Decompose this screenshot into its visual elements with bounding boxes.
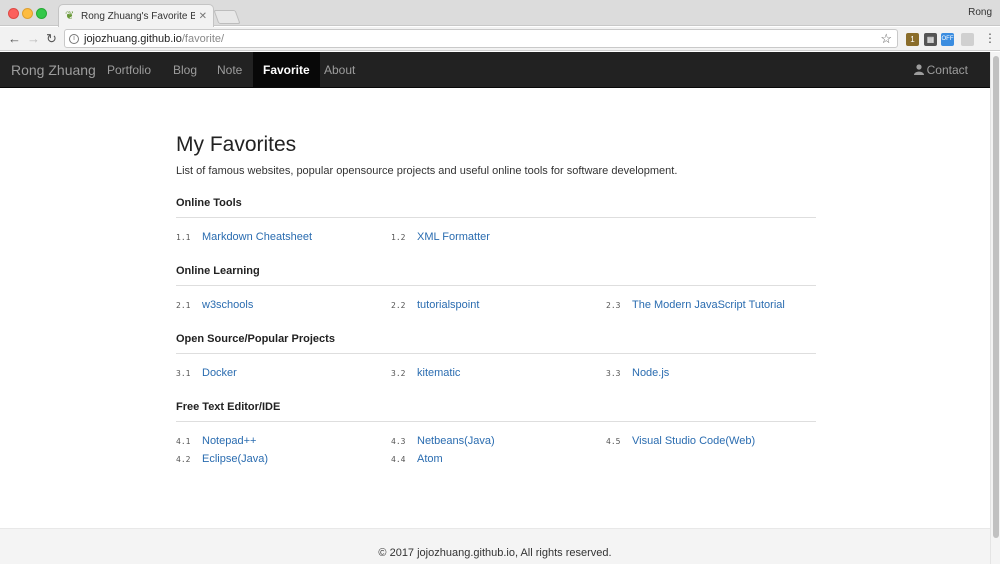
- scrollbar-thumb[interactable]: [993, 56, 999, 538]
- bookmark-link[interactable]: Netbeans(Java): [417, 435, 495, 447]
- address-bar[interactable]: i jojozhuang.github.io /favorite/ ☆: [64, 29, 898, 48]
- list-item: 1.1 Markdown Cheatsheet: [176, 231, 312, 243]
- page-description: List of famous websites, popular opensou…: [176, 165, 678, 177]
- item-number: 3.1: [176, 369, 191, 378]
- section-divider: [176, 285, 816, 286]
- profile-name[interactable]: Rong: [968, 7, 992, 18]
- bookmark-link[interactable]: tutorialspoint: [417, 299, 479, 311]
- browser-tab-bar: ❦ Rong Zhuang's Favorite Bookm ✕ Rong: [0, 0, 1000, 27]
- page-footer: © 2017 jojozhuang.github.io, All rights …: [0, 528, 990, 564]
- item-number: 1.2: [391, 233, 406, 242]
- list-item: 4.1 Notepad++: [176, 435, 256, 447]
- bookmark-link[interactable]: Eclipse(Java): [202, 453, 268, 465]
- user-icon: [913, 64, 924, 75]
- section-open-source: Open Source/Popular Projects 3.1 Docker 3…: [176, 333, 816, 379]
- section-divider: [176, 217, 816, 218]
- nav-item-favorite[interactable]: Favorite: [253, 52, 320, 88]
- bookmark-link[interactable]: The Modern JavaScript Tutorial: [632, 299, 785, 311]
- item-number: 4.2: [176, 455, 191, 464]
- minimize-window-button[interactable]: [22, 8, 33, 19]
- copyright-text: © 2017 jojozhuang.github.io, All rights …: [378, 547, 612, 559]
- bookmark-link[interactable]: Node.js: [632, 367, 669, 379]
- brand-link[interactable]: Rong Zhuang: [11, 52, 96, 88]
- bookmark-link[interactable]: XML Formatter: [417, 231, 490, 243]
- list-item: 4.3 Netbeans(Java): [391, 435, 495, 447]
- contact-link[interactable]: Contact: [913, 52, 968, 88]
- item-number: 4.4: [391, 455, 406, 464]
- bookmark-link[interactable]: Markdown Cheatsheet: [202, 231, 312, 243]
- nav-item-blog[interactable]: Blog: [163, 52, 207, 88]
- list-item: 1.2 XML Formatter: [391, 231, 490, 243]
- shield-extension-icon[interactable]: [961, 33, 974, 46]
- item-number: 2.2: [391, 301, 406, 310]
- section-title: Open Source/Popular Projects: [176, 333, 335, 345]
- item-number: 1.1: [176, 233, 191, 242]
- bookmark-link[interactable]: kitematic: [417, 367, 460, 379]
- back-arrow-icon[interactable]: ←: [8, 30, 21, 48]
- extension-badge-icon[interactable]: 1: [906, 33, 919, 46]
- contact-label: Contact: [926, 63, 968, 77]
- bookmark-link[interactable]: Visual Studio Code(Web): [632, 435, 755, 447]
- section-online-learning: Online Learning 2.1 w3schools 2.2 tutorial…: [176, 265, 816, 311]
- nav-item-portfolio[interactable]: Portfolio: [97, 52, 161, 88]
- nav-item-about[interactable]: About: [314, 52, 365, 88]
- item-number: 3.2: [391, 369, 406, 378]
- bookmark-link[interactable]: w3schools: [202, 299, 253, 311]
- list-item: 4.4 Atom: [391, 453, 443, 465]
- list-item: 4.2 Eclipse(Java): [176, 453, 268, 465]
- section-title: Online Learning: [176, 265, 260, 277]
- url-path: /favorite/: [181, 32, 225, 45]
- site-navbar: Rong Zhuang Portfolio Blog Note Favorite…: [0, 52, 990, 88]
- bookmark-link[interactable]: Atom: [417, 453, 443, 465]
- item-number: 2.3: [606, 301, 621, 310]
- bookmark-star-icon[interactable]: ☆: [880, 31, 892, 47]
- browser-tab[interactable]: ❦ Rong Zhuang's Favorite Bookm ✕: [58, 4, 214, 27]
- list-item: 2.3 The Modern JavaScript Tutorial: [606, 299, 785, 311]
- bookmark-link[interactable]: Docker: [202, 367, 237, 379]
- close-window-button[interactable]: [8, 8, 19, 19]
- list-item: 3.3 Node.js: [606, 367, 669, 379]
- url-host: jojozhuang.github.io: [84, 32, 182, 45]
- page-title: My Favorites: [176, 133, 297, 156]
- section-editor-ide: Free Text Editor/IDE 4.1 Notepad++ 4.2 Ecl…: [176, 401, 816, 465]
- list-item: 4.5 Visual Studio Code(Web): [606, 435, 755, 447]
- browser-menu-icon[interactable]: ⋮: [984, 32, 996, 44]
- toggle-extension-icon[interactable]: OFF: [941, 33, 954, 46]
- nav-item-note[interactable]: Note: [207, 52, 252, 88]
- page-scrollbar[interactable]: [990, 52, 1000, 564]
- extension-badge-count: 1: [910, 35, 915, 44]
- toggle-extension-label: OFF: [941, 36, 954, 42]
- reload-icon[interactable]: ↻: [46, 30, 57, 48]
- section-title: Online Tools: [176, 197, 242, 209]
- section-divider: [176, 353, 816, 354]
- bookmark-link[interactable]: Notepad++: [202, 435, 256, 447]
- info-icon[interactable]: i: [69, 33, 79, 44]
- browser-toolbar: ← → ↻ i jojozhuang.github.io /favorite/ …: [0, 27, 1000, 51]
- maximize-window-button[interactable]: [36, 8, 47, 19]
- qr-code-extension-icon[interactable]: ▦: [924, 33, 937, 46]
- section-divider: [176, 421, 816, 422]
- tab-close-icon[interactable]: ✕: [199, 11, 207, 22]
- site-favicon-icon: ❦: [65, 10, 75, 22]
- forward-arrow-icon[interactable]: →: [27, 30, 40, 48]
- list-item: 3.2 kitematic: [391, 367, 460, 379]
- item-number: 2.1: [176, 301, 191, 310]
- section-title: Free Text Editor/IDE: [176, 401, 281, 413]
- item-number: 4.1: [176, 437, 191, 446]
- item-number: 4.3: [391, 437, 406, 446]
- tab-title: Rong Zhuang's Favorite Bookm: [81, 10, 195, 22]
- item-number: 4.5: [606, 437, 621, 446]
- list-item: 2.2 tutorialspoint: [391, 299, 479, 311]
- new-tab-button[interactable]: [213, 10, 241, 24]
- list-item: 2.1 w3schools: [176, 299, 253, 311]
- list-item: 3.1 Docker: [176, 367, 237, 379]
- section-online-tools: Online Tools 1.1 Markdown Cheatsheet 1.2 X…: [176, 197, 816, 243]
- item-number: 3.3: [606, 369, 621, 378]
